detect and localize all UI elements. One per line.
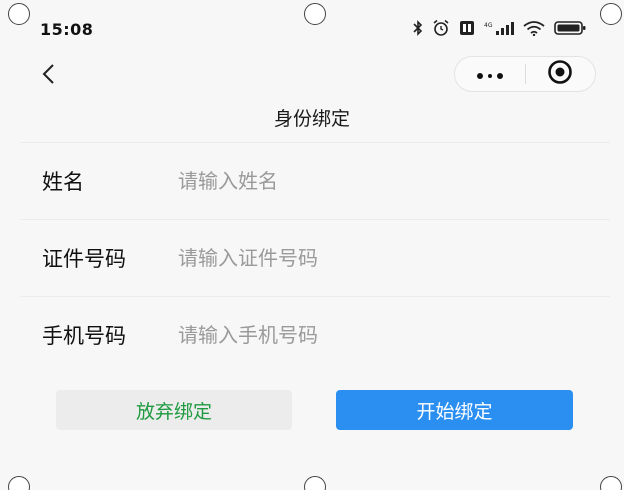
- back-button[interactable]: [32, 60, 64, 92]
- back-chevron-icon: [41, 63, 55, 89]
- id-number-row: 证件号码: [20, 219, 610, 296]
- nfc-icon: [459, 20, 475, 36]
- selection-handle-bottom-right[interactable]: [600, 476, 622, 490]
- name-row: 姓名: [20, 142, 610, 219]
- alarm-icon: [432, 19, 450, 37]
- phone-row: 手机号码: [20, 296, 610, 373]
- signal-icon: 4G: [484, 20, 514, 36]
- start-binding-button[interactable]: 开始绑定: [336, 390, 573, 430]
- binding-form: 姓名 证件号码 手机号码: [20, 142, 610, 373]
- target-circle-icon: [547, 59, 573, 89]
- svg-text:4G: 4G: [484, 22, 493, 29]
- battery-icon: [554, 20, 586, 36]
- wifi-icon: [523, 20, 545, 36]
- id-number-input[interactable]: [178, 246, 610, 270]
- more-dots-icon: [476, 65, 504, 84]
- page-title: 身份绑定: [273, 108, 350, 130]
- name-label: 姓名: [42, 170, 84, 194]
- selection-handle-top-center[interactable]: [304, 3, 326, 25]
- id-number-label: 证件号码: [42, 247, 126, 271]
- selection-handle-bottom-center[interactable]: [304, 476, 326, 490]
- name-input[interactable]: [178, 169, 610, 193]
- selection-handle-top-right[interactable]: [600, 3, 622, 25]
- phone-input[interactable]: [178, 323, 610, 347]
- status-time: 15:08: [40, 20, 94, 39]
- nav-bar: 身份绑定: [0, 56, 624, 136]
- selection-handle-top-left[interactable]: [8, 3, 30, 25]
- cancel-binding-button[interactable]: 放弃绑定: [56, 390, 292, 430]
- status-icons: 4G: [413, 17, 586, 39]
- selection-handle-bottom-left[interactable]: [8, 476, 30, 490]
- close-mini-program-button[interactable]: [526, 57, 596, 91]
- bluetooth-icon: [413, 20, 423, 36]
- mini-program-capsule: [454, 56, 596, 92]
- phone-label: 手机号码: [42, 324, 126, 348]
- more-button[interactable]: [455, 57, 525, 91]
